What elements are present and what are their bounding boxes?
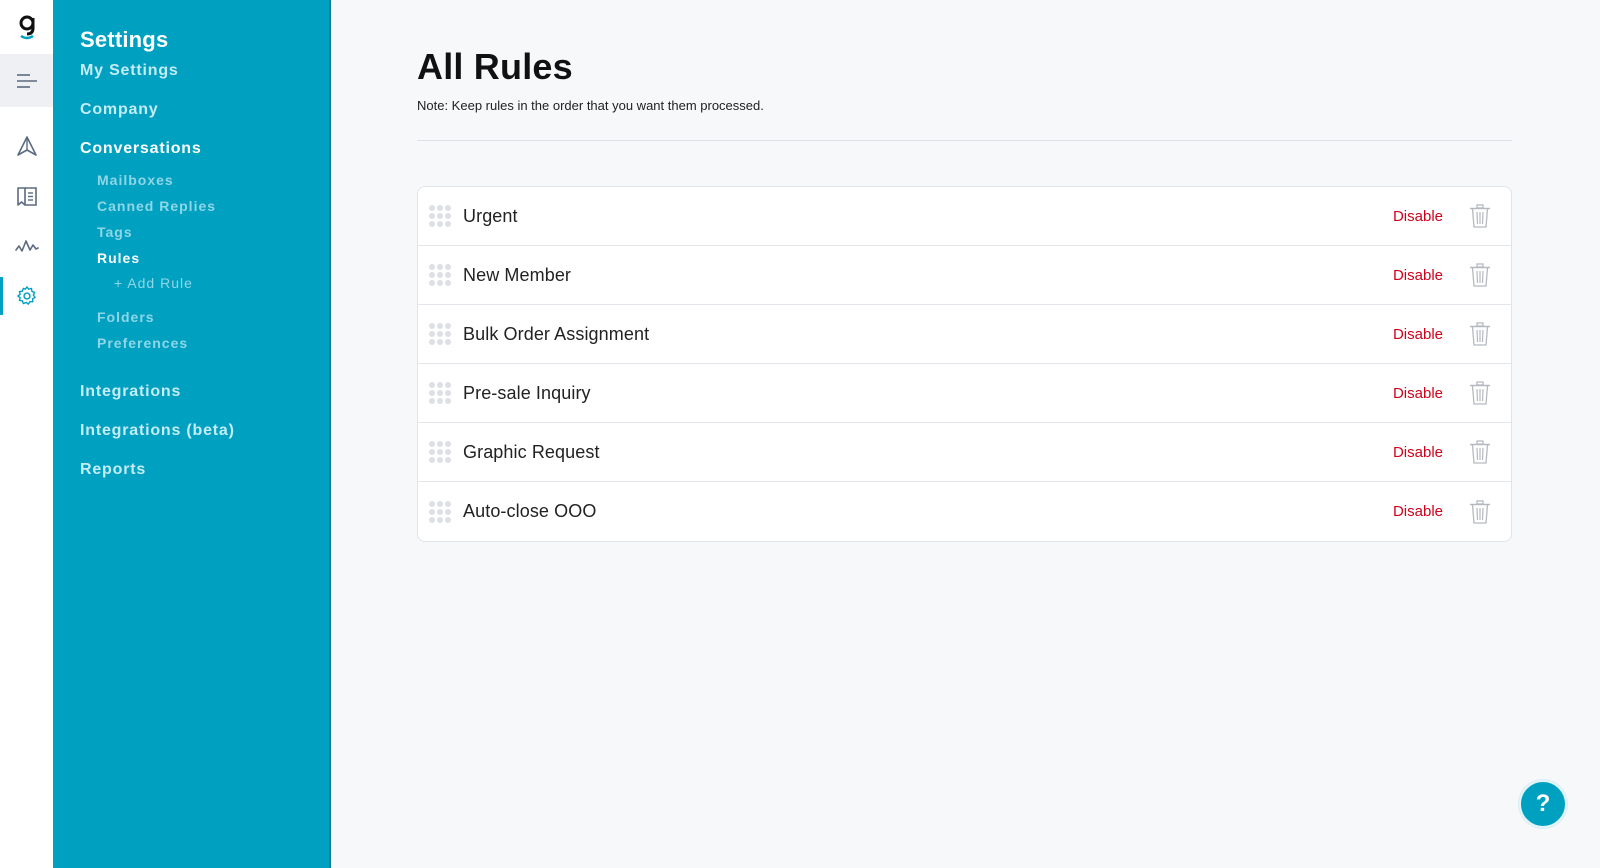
send-icon [16, 136, 37, 156]
nav-settings[interactable] [0, 271, 53, 321]
rule-row: Bulk Order Assignment Disable [418, 305, 1511, 364]
activity-icon [14, 240, 39, 252]
rules-list: Urgent Disable New Member Disable Bulk O… [417, 186, 1512, 542]
rule-name[interactable]: Pre-sale Inquiry [463, 383, 1393, 404]
trash-icon [1470, 381, 1490, 405]
trash-icon [1470, 440, 1490, 464]
rule-name[interactable]: Auto-close OOO [463, 501, 1393, 522]
delete-rule-button[interactable] [1469, 322, 1491, 346]
delete-rule-button[interactable] [1469, 381, 1491, 405]
app-logo[interactable] [0, 0, 53, 54]
drag-handle-icon[interactable] [429, 205, 451, 227]
drag-handle-icon[interactable] [429, 500, 451, 523]
app: Settings My Settings Company Conversatio… [0, 0, 1600, 868]
rule-row: Pre-sale Inquiry Disable [418, 364, 1511, 423]
rule-row: Graphic Request Disable [418, 423, 1511, 482]
sidebar-item-company[interactable]: Company [80, 101, 329, 119]
drag-handle-icon[interactable] [429, 264, 451, 286]
sidebar-item-my-settings[interactable]: My Settings [80, 62, 329, 80]
rule-name[interactable]: New Member [463, 265, 1393, 286]
disable-rule-button[interactable]: Disable [1393, 208, 1443, 225]
disable-rule-button[interactable]: Disable [1393, 444, 1443, 461]
rule-name[interactable]: Bulk Order Assignment [463, 324, 1393, 345]
rule-name[interactable]: Urgent [463, 206, 1393, 227]
add-rule-link[interactable]: + Add Rule [114, 275, 329, 291]
sidebar-item-tags[interactable]: Tags [97, 224, 329, 240]
delete-rule-button[interactable] [1469, 204, 1491, 228]
delete-rule-button[interactable] [1469, 440, 1491, 464]
icon-rail [0, 0, 53, 868]
nav-conversations[interactable] [0, 121, 53, 171]
menu-icon [16, 73, 37, 88]
rule-row: Auto-close OOO Disable [418, 482, 1511, 541]
nav-knowledge-base[interactable] [0, 171, 53, 221]
trash-icon [1470, 499, 1490, 524]
trash-icon [1470, 204, 1490, 228]
sidebar-item-rules[interactable]: Rules [97, 250, 329, 266]
page-title: All Rules [417, 46, 573, 87]
sidebar-title: Settings [80, 27, 169, 52]
divider [417, 140, 1512, 141]
rule-name[interactable]: Graphic Request [463, 442, 1393, 463]
logo-icon [19, 15, 34, 40]
drag-handle-icon[interactable] [429, 441, 451, 463]
sidebar-item-preferences[interactable]: Preferences [97, 335, 329, 351]
trash-icon [1470, 263, 1490, 287]
trash-icon [1470, 322, 1490, 346]
sidebar-item-canned-replies[interactable]: Canned Replies [97, 198, 329, 214]
rule-row: New Member Disable [418, 246, 1511, 305]
gear-icon [16, 286, 36, 305]
delete-rule-button[interactable] [1469, 263, 1491, 287]
drag-handle-icon[interactable] [429, 323, 451, 345]
menu-toggle-button[interactable] [0, 54, 53, 107]
sidebar-item-conversations[interactable]: Conversations [80, 140, 329, 158]
sidebar-item-mailboxes[interactable]: Mailboxes [97, 172, 329, 188]
sidebar-item-reports[interactable]: Reports [80, 461, 329, 479]
sidebar-item-folders[interactable]: Folders [97, 309, 329, 325]
book-icon [16, 187, 37, 206]
disable-rule-button[interactable]: Disable [1393, 267, 1443, 284]
rule-row: Urgent Disable [418, 187, 1511, 246]
page-note: Note: Keep rules in the order that you w… [417, 98, 764, 113]
sidebar-item-integrations[interactable]: Integrations [80, 383, 329, 401]
settings-sidebar: Settings My Settings Company Conversatio… [53, 0, 331, 868]
drag-handle-icon[interactable] [429, 382, 451, 404]
sidebar-item-integrations-beta[interactable]: Integrations (beta) [80, 422, 329, 440]
main-content: All Rules Note: Keep rules in the order … [331, 0, 1600, 868]
disable-rule-button[interactable]: Disable [1393, 503, 1443, 520]
disable-rule-button[interactable]: Disable [1393, 385, 1443, 402]
nav-reports[interactable] [0, 221, 53, 271]
conversations-submenu: Mailboxes Canned Replies Tags Rules + Ad… [97, 172, 329, 351]
delete-rule-button[interactable] [1469, 499, 1491, 524]
help-button[interactable]: ? [1519, 780, 1567, 828]
disable-rule-button[interactable]: Disable [1393, 326, 1443, 343]
